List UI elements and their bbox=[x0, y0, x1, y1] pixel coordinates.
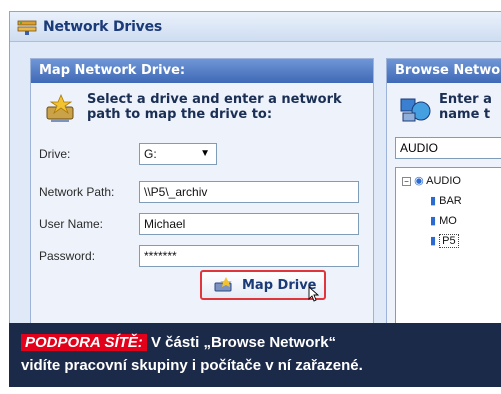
tree-child-label: BAR bbox=[439, 195, 462, 207]
tree-row-child-1[interactable]: ▮ BAR bbox=[430, 194, 462, 207]
caption-text-line1: V části „Browse Network“ bbox=[150, 334, 337, 351]
title-bar: Network Drives bbox=[10, 12, 501, 42]
drive-select[interactable]: G: ▼ bbox=[139, 143, 217, 165]
browse-search-input[interactable]: AUDIO bbox=[395, 137, 501, 159]
user-name-input[interactable]: Michael bbox=[139, 213, 359, 235]
caption-box: PODPORA SÍTĚ: V části „Browse Network“ v… bbox=[9, 323, 501, 387]
browse-network-panel: Browse Networ Enter a name t AUDIO − ◉ A… bbox=[386, 58, 501, 323]
caption-text-line2: vidíte pracovní skupiny i počítače v ní … bbox=[21, 357, 363, 374]
user-name-label: User Name: bbox=[39, 217, 104, 231]
computer-icon: ▮ bbox=[430, 195, 437, 207]
map-instruction: Select a drive and enter a network path … bbox=[87, 92, 367, 122]
map-panel-header: Map Network Drive: bbox=[31, 59, 373, 83]
collapse-icon[interactable]: − bbox=[402, 177, 411, 186]
tree-root-label: AUDIO bbox=[426, 175, 461, 187]
workgroup-icon: ◉ bbox=[414, 175, 424, 187]
network-globe-icon bbox=[400, 98, 431, 122]
network-tree[interactable]: − ◉ AUDIO ▮ BAR ▮ MO ▮ P5 bbox=[395, 167, 501, 323]
network-path-label: Network Path: bbox=[39, 185, 115, 199]
browse-instruction-line2: name t bbox=[439, 107, 491, 122]
map-instruction-line1: Select a drive and enter a network bbox=[87, 92, 342, 107]
caption-tag: PODPORA SÍTĚ: bbox=[21, 334, 147, 351]
computer-icon: ▮ bbox=[430, 235, 437, 247]
map-drive-label: Map Drive bbox=[242, 278, 317, 293]
password-input[interactable]: ******* bbox=[139, 245, 359, 267]
window-title: Network Drives bbox=[43, 19, 163, 35]
tree-row-root[interactable]: − ◉ AUDIO bbox=[402, 174, 461, 187]
caption-line1: PODPORA SÍTĚ: V části „Browse Network“ bbox=[21, 331, 491, 354]
drive-select-value: G: bbox=[144, 147, 157, 161]
browse-instruction-line1: Enter a bbox=[439, 92, 492, 107]
map-drive-button[interactable]: Map Drive bbox=[200, 270, 326, 302]
network-path-input[interactable]: \\P5\_archiv bbox=[139, 181, 359, 203]
drive-label: Drive: bbox=[39, 147, 71, 161]
browse-panel-header: Browse Networ bbox=[387, 59, 501, 83]
chevron-down-icon[interactable]: ▼ bbox=[200, 148, 210, 159]
tree-child-label: P5 bbox=[439, 234, 459, 248]
map-instruction-line2: path to map the drive to: bbox=[87, 107, 273, 122]
mouse-cursor-icon bbox=[308, 286, 320, 302]
network-drives-icon bbox=[17, 20, 37, 35]
screenshot-frame: Network Drives Map Network Drive: Select… bbox=[0, 0, 501, 394]
map-drive-icon bbox=[214, 277, 232, 292]
tree-row-child-2[interactable]: ▮ MO bbox=[430, 214, 457, 227]
map-drive-wizard-icon bbox=[46, 93, 74, 122]
tree-child-label: MO bbox=[439, 215, 457, 227]
password-label: Password: bbox=[39, 249, 96, 263]
browse-instruction: Enter a name t bbox=[439, 92, 501, 122]
computer-icon: ▮ bbox=[430, 215, 437, 227]
tree-row-child-3[interactable]: ▮ P5 bbox=[430, 234, 459, 248]
network-drives-window: Network Drives Map Network Drive: Select… bbox=[9, 11, 501, 323]
